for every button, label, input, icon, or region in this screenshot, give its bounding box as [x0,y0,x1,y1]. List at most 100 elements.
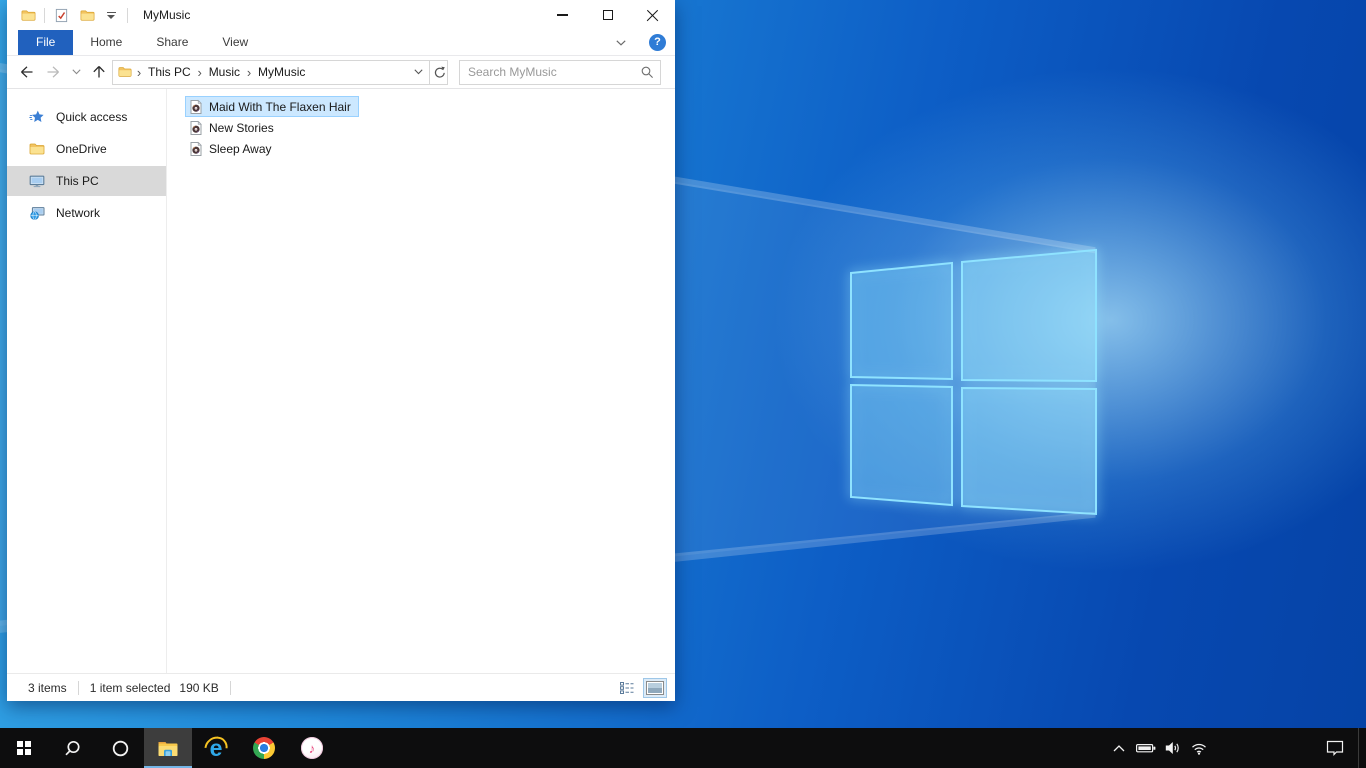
refresh-icon [434,66,445,78]
view-toggle-group [615,677,667,698]
sidebar-item-label: This PC [56,174,99,188]
file-name: Maid With The Flaxen Hair [209,99,351,114]
separator [44,7,45,23]
back-button[interactable] [14,58,40,86]
taskbar-chrome-button[interactable] [240,728,288,768]
sidebar-item-label: Network [56,206,101,220]
sidebar-item-this-pc[interactable]: This PC [7,166,166,196]
address-dropdown-button[interactable] [407,61,429,84]
chevron-down-icon [413,69,423,75]
minimize-button[interactable] [540,0,585,30]
details-view-button[interactable] [615,678,639,698]
taskbar-file-explorer-button[interactable] [144,728,192,768]
sidebar-item-label: OneDrive [56,142,107,156]
internet-explorer-icon: e [199,731,233,765]
speaker-icon [1165,742,1179,754]
tab-home[interactable]: Home [73,30,139,55]
maximize-button[interactable] [585,0,630,30]
taskbar-itunes-button[interactable]: ♪ [288,728,336,768]
battery-status-button[interactable] [1132,728,1160,768]
navigation-pane: Quick access OneDrive This PC Network [7,89,167,673]
separator [229,680,231,695]
monitor-icon [29,173,45,189]
maximize-icon [602,10,613,20]
up-button[interactable] [86,58,112,86]
window-controls [540,0,675,30]
file-item-new-stories[interactable]: New Stories [185,117,282,138]
ribbon-expand-button[interactable] [609,30,633,55]
network-icon [29,205,45,221]
star-icon [29,109,45,125]
breadcrumb-chevron-icon [134,65,144,80]
breadcrumb-chevron-icon [244,65,254,80]
breadcrumb-this-pc[interactable]: This PC [144,65,195,79]
windows-logo-wallpaper [850,248,1097,516]
recent-locations-button[interactable] [66,58,86,86]
window-body: Quick access OneDrive This PC Network Ma… [7,89,675,673]
file-explorer-window: MyMusic File Home Share View ? › This PC… [7,0,675,701]
explorer-window-icon [18,3,38,27]
breadcrumb-mymusic[interactable]: MyMusic [254,65,309,79]
chevron-down-icon [616,39,626,46]
sidebar-item-label: Quick access [56,110,128,124]
status-selection: 1 item selected [89,680,171,695]
forward-button[interactable] [40,58,66,86]
sidebar-item-quick-access[interactable]: Quick access [7,102,166,132]
arrow-right-icon [47,66,59,78]
arrow-left-icon [21,66,33,78]
folder-icon [118,65,132,79]
close-icon [646,9,659,22]
chrome-icon [253,737,275,759]
sidebar-item-network[interactable]: Network [7,198,166,228]
details-view-icon [620,681,634,694]
show-desktop-button[interactable] [1359,728,1366,768]
windows-logo-icon [16,740,32,756]
wifi-button[interactable] [1186,728,1212,768]
close-button[interactable] [630,0,675,30]
search-input[interactable] [460,65,641,79]
battery-icon [1136,743,1156,753]
qat-customize-button[interactable] [101,3,121,27]
action-center-icon [1326,740,1344,756]
hidden-icons-button[interactable] [1106,728,1132,768]
tab-share[interactable]: Share [139,30,205,55]
cortana-button[interactable] [96,728,144,768]
volume-button[interactable] [1160,728,1186,768]
start-button[interactable] [0,728,48,768]
cortana-ring-icon [112,740,128,756]
qat-customize-icon [106,11,116,13]
action-center-button[interactable] [1312,728,1358,768]
tab-view[interactable]: View [205,30,265,55]
chevron-down-icon [71,69,81,75]
chevron-down-icon [107,14,115,19]
sidebar-item-onedrive[interactable]: OneDrive [7,134,166,164]
refresh-button[interactable] [430,59,448,85]
status-bar: 3 items 1 item selected 190 KB [7,673,675,701]
taskbar: e ♪ [0,728,1366,768]
title-bar: MyMusic [7,0,675,30]
taskbar-search-button[interactable] [48,728,96,768]
thumbnail-view-button[interactable] [643,677,667,698]
search-icon [64,740,80,755]
taskbar-internet-explorer-button[interactable]: e [192,728,240,768]
separator [77,680,79,695]
qat-properties-button[interactable] [51,3,71,27]
minimize-icon [557,14,568,16]
music-file-icon [188,120,204,136]
chevron-up-icon [1113,744,1125,751]
file-item-maid-with-the-flaxen-hair[interactable]: Maid With The Flaxen Hair [185,96,359,117]
window-title: MyMusic [143,8,191,22]
status-selection-size: 190 KB [179,680,219,695]
status-item-count: 3 items [28,680,67,695]
arrow-up-icon [93,66,105,78]
tab-file[interactable]: File [18,30,74,55]
file-item-sleep-away[interactable]: Sleep Away [185,138,280,159]
system-tray [1106,728,1366,768]
breadcrumb-music[interactable]: Music [205,65,244,79]
separator [127,7,128,23]
qat-new-folder-button[interactable] [77,3,97,27]
address-bar[interactable]: This PC Music MyMusic [112,59,430,85]
file-explorer-icon [156,736,180,760]
help-button[interactable]: ? [649,34,666,51]
file-name: New Stories [209,120,274,135]
